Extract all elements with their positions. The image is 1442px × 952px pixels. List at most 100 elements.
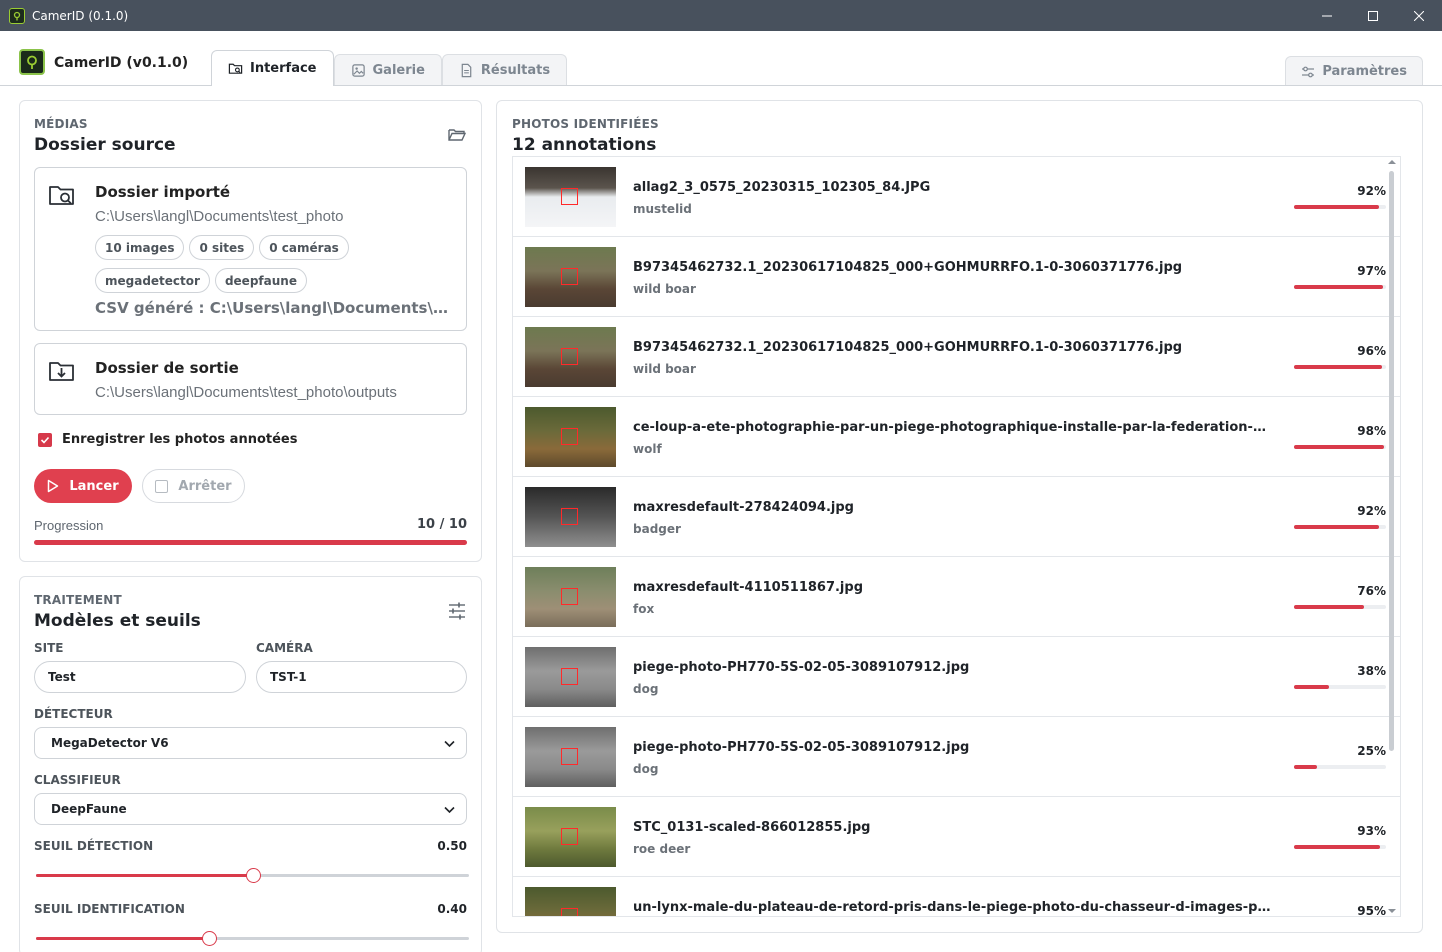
results-title: 12 annotations: [512, 135, 657, 155]
source-folder-card[interactable]: Dossier importé C:\Users\langl\Documents…: [34, 167, 467, 331]
confidence-bar: [1294, 365, 1386, 369]
media-title: Dossier source: [34, 135, 176, 155]
result-species: wolf: [633, 442, 662, 456]
result-species: roe deer: [633, 842, 691, 856]
result-row[interactable]: piege-photo-PH770-5S-02-05-3089107912.jp…: [513, 717, 1400, 797]
result-thumbnail[interactable]: [525, 887, 616, 916]
result-species: mustelid: [633, 202, 692, 216]
scroll-up-icon[interactable]: [1388, 159, 1396, 165]
tab-interface[interactable]: Interface: [211, 50, 334, 86]
settings-button[interactable]: Paramètres: [1285, 56, 1423, 86]
save-annotated-label: Enregistrer les photos annotées: [62, 432, 298, 447]
slider-fill: [36, 874, 253, 877]
slider-fill: [36, 937, 210, 940]
run-button[interactable]: Lancer: [34, 469, 132, 503]
confidence-fill: [1294, 685, 1329, 689]
result-thumbnail[interactable]: [525, 167, 616, 227]
tune-icon[interactable]: [447, 601, 467, 621]
result-row[interactable]: STC_0131-scaled-866012855.jpg roe deer 93%: [513, 797, 1400, 877]
save-annotated-checkbox[interactable]: [38, 432, 52, 447]
close-window-button[interactable]: [1396, 0, 1442, 31]
result-confidence: 92%: [1357, 504, 1386, 518]
confidence-bar: [1294, 605, 1386, 609]
result-row[interactable]: ce-loup-a-ete-photographie-par-un-piege-…: [513, 397, 1400, 477]
result-row[interactable]: B97345462732.1_20230617104825_000+GOHMUR…: [513, 237, 1400, 317]
result-thumbnail[interactable]: [525, 407, 616, 467]
result-filename: ce-loup-a-ete-photographie-par-un-piege-…: [633, 420, 1273, 435]
site-input[interactable]: Test: [34, 661, 246, 693]
result-filename: un-lynx-male-du-plateau-de-retord-pris-d…: [633, 900, 1273, 915]
detector-select[interactable]: MegaDetector V6: [34, 727, 467, 759]
result-thumbnail[interactable]: [525, 807, 616, 867]
confidence-bar: [1294, 525, 1386, 529]
result-confidence: 38%: [1357, 664, 1386, 678]
tab-resultats[interactable]: Résultats: [441, 54, 568, 86]
confidence-fill: [1294, 445, 1385, 449]
results-eyebrow: PHOTOS IDENTIFIÉES: [512, 117, 659, 131]
tab-label: Interface: [250, 61, 317, 76]
source-chips: 10 images 0 sites 0 caméras megadetector…: [95, 235, 460, 293]
app-icon: [9, 7, 25, 24]
minimize-button[interactable]: [1304, 0, 1350, 31]
folder-search-icon: [228, 63, 243, 74]
result-thumbnail[interactable]: [525, 327, 616, 387]
detection-threshold-slider[interactable]: [36, 868, 469, 883]
identification-threshold-slider[interactable]: [36, 931, 469, 946]
result-thumbnail[interactable]: [525, 647, 616, 707]
tab-label: Galerie: [372, 63, 425, 78]
classifier-select[interactable]: DeepFaune: [34, 793, 467, 825]
result-row[interactable]: piege-photo-PH770-5S-02-05-3089107912.jp…: [513, 637, 1400, 717]
result-confidence: 98%: [1357, 424, 1386, 438]
results-scrollbar[interactable]: [1386, 157, 1398, 916]
result-species: dog: [633, 762, 659, 776]
confidence-bar: [1294, 845, 1386, 849]
sliders-icon: [1302, 66, 1315, 77]
stop-button[interactable]: Arrêter: [142, 469, 245, 503]
window-titlebar: CamerID (0.1.0): [0, 0, 1442, 31]
confidence-fill: [1294, 605, 1364, 609]
result-thumbnail[interactable]: [525, 727, 616, 787]
result-filename: allag2_3_0575_20230315_102305_84.JPG: [633, 180, 931, 195]
result-row[interactable]: maxresdefault-4110511867.jpg fox 76%: [513, 557, 1400, 637]
csv-generated-path: CSV généré : C:\Users\langl\Documents\te…: [95, 299, 455, 317]
camera-input[interactable]: TST-1: [256, 661, 467, 693]
detection-box: [561, 828, 578, 845]
result-row[interactable]: maxresdefault-278424094.jpg badger 92%: [513, 477, 1400, 557]
confidence-fill: [1294, 765, 1317, 769]
result-thumbnail[interactable]: [525, 487, 616, 547]
folder-download-icon: [49, 362, 74, 381]
chevron-down-icon: [444, 740, 455, 748]
scroll-down-icon[interactable]: [1388, 908, 1396, 914]
tab-galerie[interactable]: Galerie: [333, 54, 442, 86]
result-thumbnail[interactable]: [525, 247, 616, 307]
slider-thumb[interactable]: [202, 931, 218, 946]
detection-box: [561, 508, 578, 525]
detection-box: [561, 348, 578, 365]
result-confidence: 76%: [1357, 584, 1386, 598]
source-folder-path: C:\Users\langl\Documents\test_photo: [95, 208, 344, 225]
slider-thumb[interactable]: [245, 868, 261, 883]
confidence-fill: [1294, 205, 1379, 209]
folder-open-icon[interactable]: [447, 125, 467, 145]
result-row[interactable]: B97345462732.1_20230617104825_000+GOHMUR…: [513, 317, 1400, 397]
maximize-button[interactable]: [1350, 0, 1396, 31]
result-row[interactable]: un-lynx-male-du-plateau-de-retord-pris-d…: [513, 877, 1400, 916]
app-name: CamerID (v0.1.0): [54, 55, 189, 71]
detection-box: [561, 668, 578, 685]
result-row[interactable]: allag2_3_0575_20230315_102305_84.JPGmust…: [513, 157, 1400, 237]
result-thumbnail[interactable]: [525, 567, 616, 627]
chevron-down-icon: [444, 806, 455, 814]
result-species: fox: [633, 602, 655, 616]
result-species: wild boar: [633, 362, 696, 376]
scroll-thumb[interactable]: [1389, 171, 1394, 751]
output-folder-card[interactable]: Dossier de sortie C:\Users\langl\Documen…: [34, 343, 467, 415]
chip-detector: megadetector: [95, 268, 210, 293]
media-eyebrow: MÉDIAS: [34, 117, 88, 131]
result-confidence: 97%: [1357, 264, 1386, 278]
main-tabs: Interface Galerie Résultats: [211, 50, 568, 86]
play-icon: [48, 479, 59, 493]
progress-value: 10 / 10: [417, 517, 467, 532]
result-confidence: 92%: [1357, 184, 1386, 198]
save-annotated-row[interactable]: Enregistrer les photos annotées: [38, 432, 297, 447]
run-label: Lancer: [69, 478, 119, 494]
